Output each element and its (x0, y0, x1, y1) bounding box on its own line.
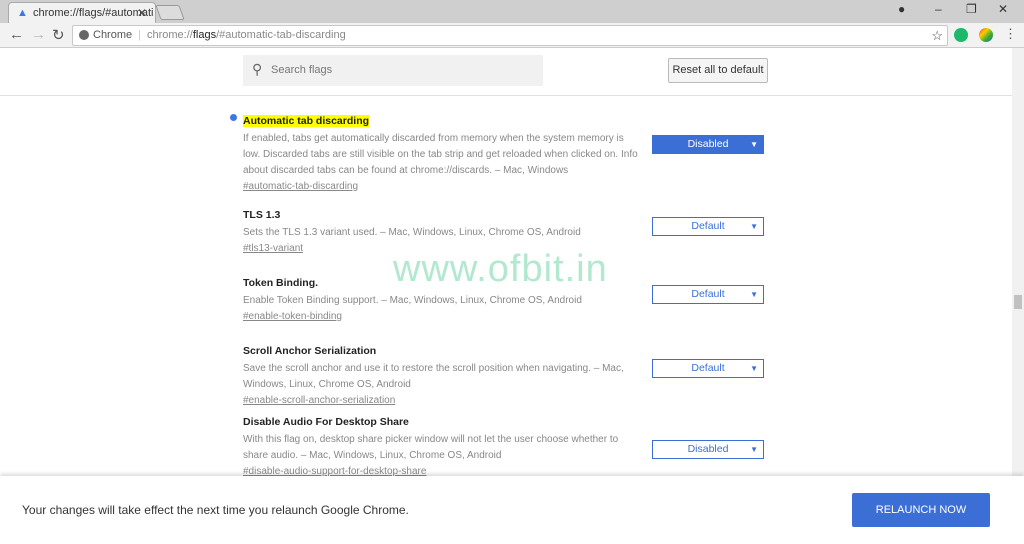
flag-description: Enable Token Binding support. – Mac, Win… (243, 295, 582, 306)
flag-select[interactable]: Disabled ▼ (652, 135, 764, 154)
back-icon[interactable]: ← (9, 26, 24, 43)
reset-all-button[interactable]: Reset all to default (668, 58, 768, 83)
dropdown-arrow-icon: ▼ (750, 364, 758, 373)
flag-description: Sets the TLS 1.3 variant used. – Mac, Wi… (243, 227, 581, 238)
relaunch-now-button[interactable]: RELAUNCH NOW (852, 493, 990, 527)
title-bar: ▲ chrome://flags/#automati ✕ ● – ❐ ✕ (0, 0, 1024, 23)
chrome-icon (79, 30, 89, 40)
forward-icon[interactable]: → (31, 26, 46, 43)
search-icon: ⚲ (252, 61, 263, 77)
flag-item: TLS 1.3 Sets the TLS 1.3 variant used. –… (243, 205, 773, 256)
flag-select[interactable]: Default ▼ (652, 359, 764, 378)
flag-select[interactable]: Default ▼ (652, 285, 764, 304)
profile-icon[interactable]: ● (898, 2, 905, 16)
flag-title: Automatic tab discarding (243, 115, 370, 127)
bookmark-star-icon[interactable]: ☆ (931, 28, 943, 44)
dropdown-arrow-icon: ▼ (750, 290, 758, 299)
tab-title: chrome://flags/#automati (33, 7, 154, 19)
close-window-button[interactable]: ✕ (998, 2, 1008, 16)
restore-button[interactable]: ❐ (966, 2, 977, 16)
flag-select[interactable]: Disabled ▼ (652, 440, 764, 459)
relaunch-bar: Your changes will take effect the next t… (0, 476, 1024, 544)
flags-header: ⚲ Search flags Reset all to default (0, 48, 1012, 96)
flask-icon: ▲ (17, 7, 28, 19)
flag-title: TLS 1.3 (243, 209, 281, 221)
tab-flags[interactable]: ▲ chrome://flags/#automati ✕ (8, 2, 156, 23)
flag-link[interactable]: #enable-token-binding (243, 309, 773, 324)
flag-select[interactable]: Default ▼ (652, 217, 764, 236)
modified-indicator (230, 114, 237, 121)
reload-icon[interactable]: ↻ (52, 26, 65, 44)
new-tab-button[interactable] (155, 5, 185, 20)
scrollbar[interactable] (1012, 48, 1024, 476)
close-tab-icon[interactable]: ✕ (137, 6, 147, 20)
flag-item: Scroll Anchor Serialization Save the scr… (243, 341, 773, 408)
relaunch-message: Your changes will take effect the next t… (22, 503, 409, 517)
flag-item: Disable Audio For Desktop Share With thi… (243, 412, 773, 479)
flag-description: With this flag on, desktop share picker … (243, 434, 619, 461)
grammarly-extension-icon[interactable] (954, 28, 968, 42)
flag-item: Token Binding. Enable Token Binding supp… (243, 273, 773, 324)
flag-link[interactable]: #enable-scroll-anchor-serialization (243, 393, 773, 408)
search-flags-input[interactable]: ⚲ Search flags (243, 55, 543, 86)
flag-title: Scroll Anchor Serialization (243, 345, 377, 357)
flag-description: Save the scroll anchor and use it to res… (243, 363, 624, 390)
url-text: chrome://flags/#automatic-tab-discarding (146, 29, 346, 41)
flag-item: Automatic tab discarding If enabled, tab… (230, 111, 773, 194)
dropdown-arrow-icon: ▼ (750, 222, 758, 231)
menu-icon[interactable]: ⋮ (1004, 26, 1017, 42)
flag-title: Token Binding. (243, 277, 319, 289)
flag-link[interactable]: #automatic-tab-discarding (243, 179, 773, 194)
flag-link[interactable]: #tls13-variant (243, 241, 773, 256)
flag-title: Disable Audio For Desktop Share (243, 416, 409, 428)
toolbar: ← → ↻ Chrome | chrome://flags/#automatic-t… (0, 23, 1024, 48)
dropdown-arrow-icon: ▼ (750, 445, 758, 454)
site-chip: Chrome (93, 29, 133, 41)
extension-icon[interactable] (979, 28, 993, 42)
scrollbar-thumb[interactable] (1014, 295, 1022, 309)
address-bar[interactable]: Chrome | chrome://flags/#automatic-tab-dis… (72, 25, 948, 46)
flag-description: If enabled, tabs get automatically disca… (243, 133, 638, 176)
minimize-button[interactable]: – (935, 2, 942, 16)
dropdown-arrow-icon: ▼ (750, 140, 758, 149)
